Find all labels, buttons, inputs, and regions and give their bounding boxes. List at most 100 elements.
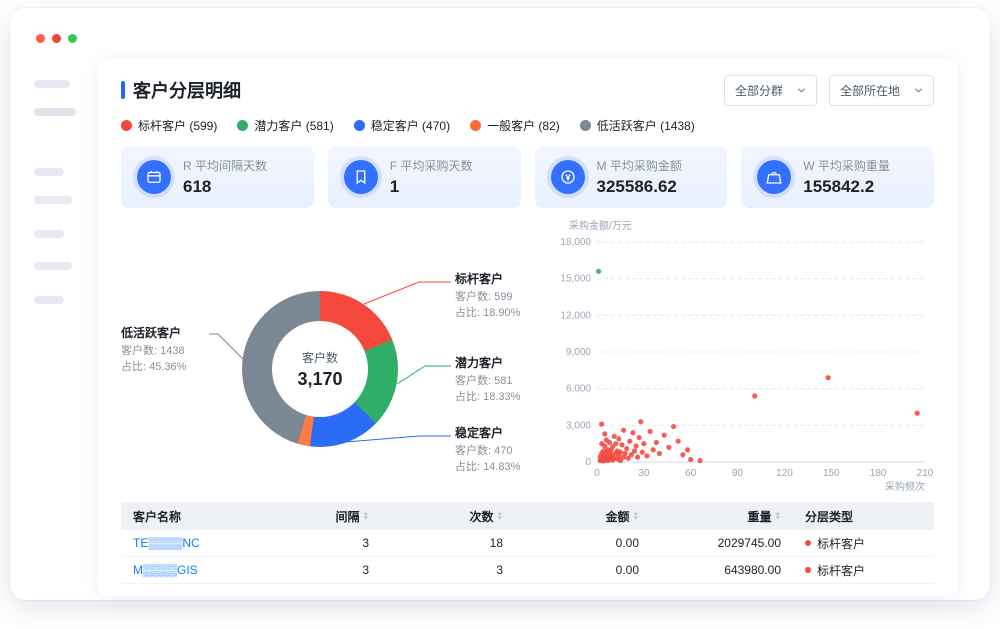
callout-count: 客户数: 599 — [455, 290, 565, 306]
segment-type-label: 标杆客户 — [817, 535, 865, 552]
column-header-2[interactable]: 间隔▲▼ — [271, 508, 381, 525]
legend-label: 一般客户 (82) — [487, 117, 560, 134]
customer-table: 客户名称间隔▲▼次数▲▼金额▲▼重量▲▼分层类型 TE▒▒▒▒NC3180.00… — [121, 502, 934, 584]
legend-label: 低活跃客户 (1438) — [597, 117, 695, 134]
sidebar-skeleton-item — [34, 108, 76, 116]
legend-item[interactable]: 标杆客户 (599) — [121, 117, 217, 134]
stat-value: 155842.2 — [803, 177, 890, 197]
table-row: TE▒▒▒▒NC3180.002029745.00标杆客户 — [121, 530, 934, 557]
customer-link[interactable]: TE▒▒▒▒NC — [133, 536, 200, 550]
customer-link[interactable]: M▒▒▒▒GIS — [133, 563, 198, 577]
stat-cards: R 平均间隔天数 618 F 平均采购天数 1 M 平均采购金额 — [121, 146, 934, 208]
svg-text:210: 210 — [917, 468, 933, 479]
column-label: 金额 — [606, 508, 630, 525]
stat-label: F 平均采购天数 — [390, 157, 473, 174]
sidebar-skeleton-item — [34, 230, 64, 238]
maximize-window-button[interactable] — [68, 34, 77, 43]
column-header-1: 客户名称 — [121, 508, 271, 525]
calendar-icon — [137, 160, 171, 194]
donut-center-label: 客户数 — [302, 349, 338, 366]
column-label: 次数 — [470, 508, 494, 525]
customer-name-cell: M▒▒▒▒GIS — [121, 563, 271, 577]
stat-card-purchase-days: F 平均采购天数 1 — [328, 146, 521, 208]
stat-value: 1 — [390, 177, 473, 197]
times-cell: 3 — [381, 563, 515, 577]
legend-item[interactable]: 一般客户 (82) — [470, 117, 560, 134]
callout-count: 客户数: 581 — [455, 374, 565, 390]
callout-percent: 占比: 45.36% — [121, 360, 211, 376]
table-body: TE▒▒▒▒NC3180.002029745.00标杆客户M▒▒▒▒GIS330… — [121, 530, 934, 584]
legend-label: 标杆客户 (599) — [138, 117, 217, 134]
stat-label: W 平均采购重量 — [803, 157, 890, 174]
group-filter-dropdown[interactable]: 全部分群 — [724, 75, 817, 106]
sort-icon[interactable]: ▲▼ — [497, 511, 503, 521]
donut-center-value: 3,170 — [297, 369, 342, 390]
svg-text:0: 0 — [585, 457, 591, 468]
charts-row: 客户数 3,170 标杆客户 客户数: 599 占比: 18.90% 潜力客户 … — [121, 218, 934, 490]
stat-card-interval: R 平均间隔天数 618 — [121, 146, 314, 208]
stat-value: 618 — [183, 177, 267, 197]
segment-type-cell: 标杆客户 — [793, 535, 934, 552]
scatter-chart: 03,0006,0009,00012,00015,00018,000030609… — [557, 218, 933, 494]
stat-info: M 平均采购金额 325586.62 — [597, 157, 682, 197]
title-accent-bar — [121, 81, 125, 99]
column-header-3[interactable]: 次数▲▼ — [381, 508, 515, 525]
title-wrap: 客户分层明细 — [121, 77, 241, 103]
donut-callout-inactive: 低活跃客户 客户数: 1438 占比: 45.36% — [121, 324, 211, 376]
column-label: 分层类型 — [805, 510, 853, 524]
column-label: 客户名称 — [133, 510, 181, 524]
svg-text:30: 30 — [638, 468, 650, 479]
page-title: 客户分层明细 — [133, 77, 241, 103]
stat-label: R 平均间隔天数 — [183, 157, 267, 174]
window-controls — [36, 34, 77, 43]
segment-type-label: 标杆客户 — [817, 562, 865, 579]
segment-type-cell: 标杆客户 — [793, 562, 934, 579]
amount-cell: 0.00 — [515, 536, 651, 550]
interval-cell: 3 — [271, 563, 381, 577]
weight-cell: 2029745.00 — [651, 536, 793, 550]
sort-icon[interactable]: ▲▼ — [775, 511, 781, 521]
close-window-button[interactable] — [36, 34, 45, 43]
filters: 全部分群 全部所在地 — [724, 75, 934, 106]
legend-item[interactable]: 低活跃客户 (1438) — [580, 117, 695, 134]
callout-percent: 占比: 18.90% — [455, 306, 565, 322]
legend-item[interactable]: 稳定客户 (470) — [354, 117, 450, 134]
column-header-4[interactable]: 金额▲▼ — [515, 508, 651, 525]
sidebar-skeleton-item — [34, 262, 72, 270]
column-label: 间隔 — [336, 508, 360, 525]
chevron-down-icon — [797, 86, 806, 95]
legend-dot-icon — [470, 120, 481, 131]
app-window: 客户分层明细 全部分群 全部所在地 标杆客户 (599) 潜力客户 (581) 稳定… — [10, 8, 990, 600]
svg-text:9,000: 9,000 — [566, 347, 591, 358]
main-panel: 客户分层明细 全部分群 全部所在地 标杆客户 (599) 潜力客户 (581) 稳定… — [97, 58, 958, 596]
weight-icon — [757, 160, 791, 194]
sidebar-skeleton-item — [34, 196, 72, 204]
svg-text:3,000: 3,000 — [566, 420, 591, 431]
location-filter-label: 全部所在地 — [840, 82, 900, 99]
donut-center: 客户数 3,170 — [272, 321, 368, 417]
stat-info: F 平均采购天数 1 — [390, 157, 473, 197]
svg-text:180: 180 — [870, 468, 887, 479]
callout-percent: 占比: 18.33% — [455, 390, 565, 406]
donut-callout-stable: 稳定客户 客户数: 470 占比: 14.83% — [455, 424, 565, 476]
column-header-6: 分层类型 — [793, 508, 934, 525]
svg-text:60: 60 — [685, 468, 697, 479]
bookmark-icon — [344, 160, 378, 194]
sort-icon[interactable]: ▲▼ — [363, 511, 369, 521]
svg-text:90: 90 — [732, 468, 744, 479]
column-header-5[interactable]: 重量▲▼ — [651, 508, 793, 525]
sort-icon[interactable]: ▲▼ — [633, 511, 639, 521]
svg-text:150: 150 — [823, 468, 840, 479]
sidebar-skeleton-item — [34, 168, 64, 176]
callout-percent: 占比: 14.83% — [455, 460, 565, 476]
table-row: M▒▒▒▒GIS330.00643980.00标杆客户 — [121, 557, 934, 584]
legend-dot-icon — [237, 120, 248, 131]
minimize-window-button[interactable] — [52, 34, 61, 43]
callout-count: 客户数: 470 — [455, 444, 565, 460]
stat-info: W 平均采购重量 155842.2 — [803, 157, 890, 197]
svg-text:0: 0 — [594, 468, 600, 479]
location-filter-dropdown[interactable]: 全部所在地 — [829, 75, 934, 106]
stat-label: M 平均采购金额 — [597, 157, 682, 174]
svg-text:15,000: 15,000 — [560, 274, 591, 285]
legend-item[interactable]: 潜力客户 (581) — [237, 117, 333, 134]
